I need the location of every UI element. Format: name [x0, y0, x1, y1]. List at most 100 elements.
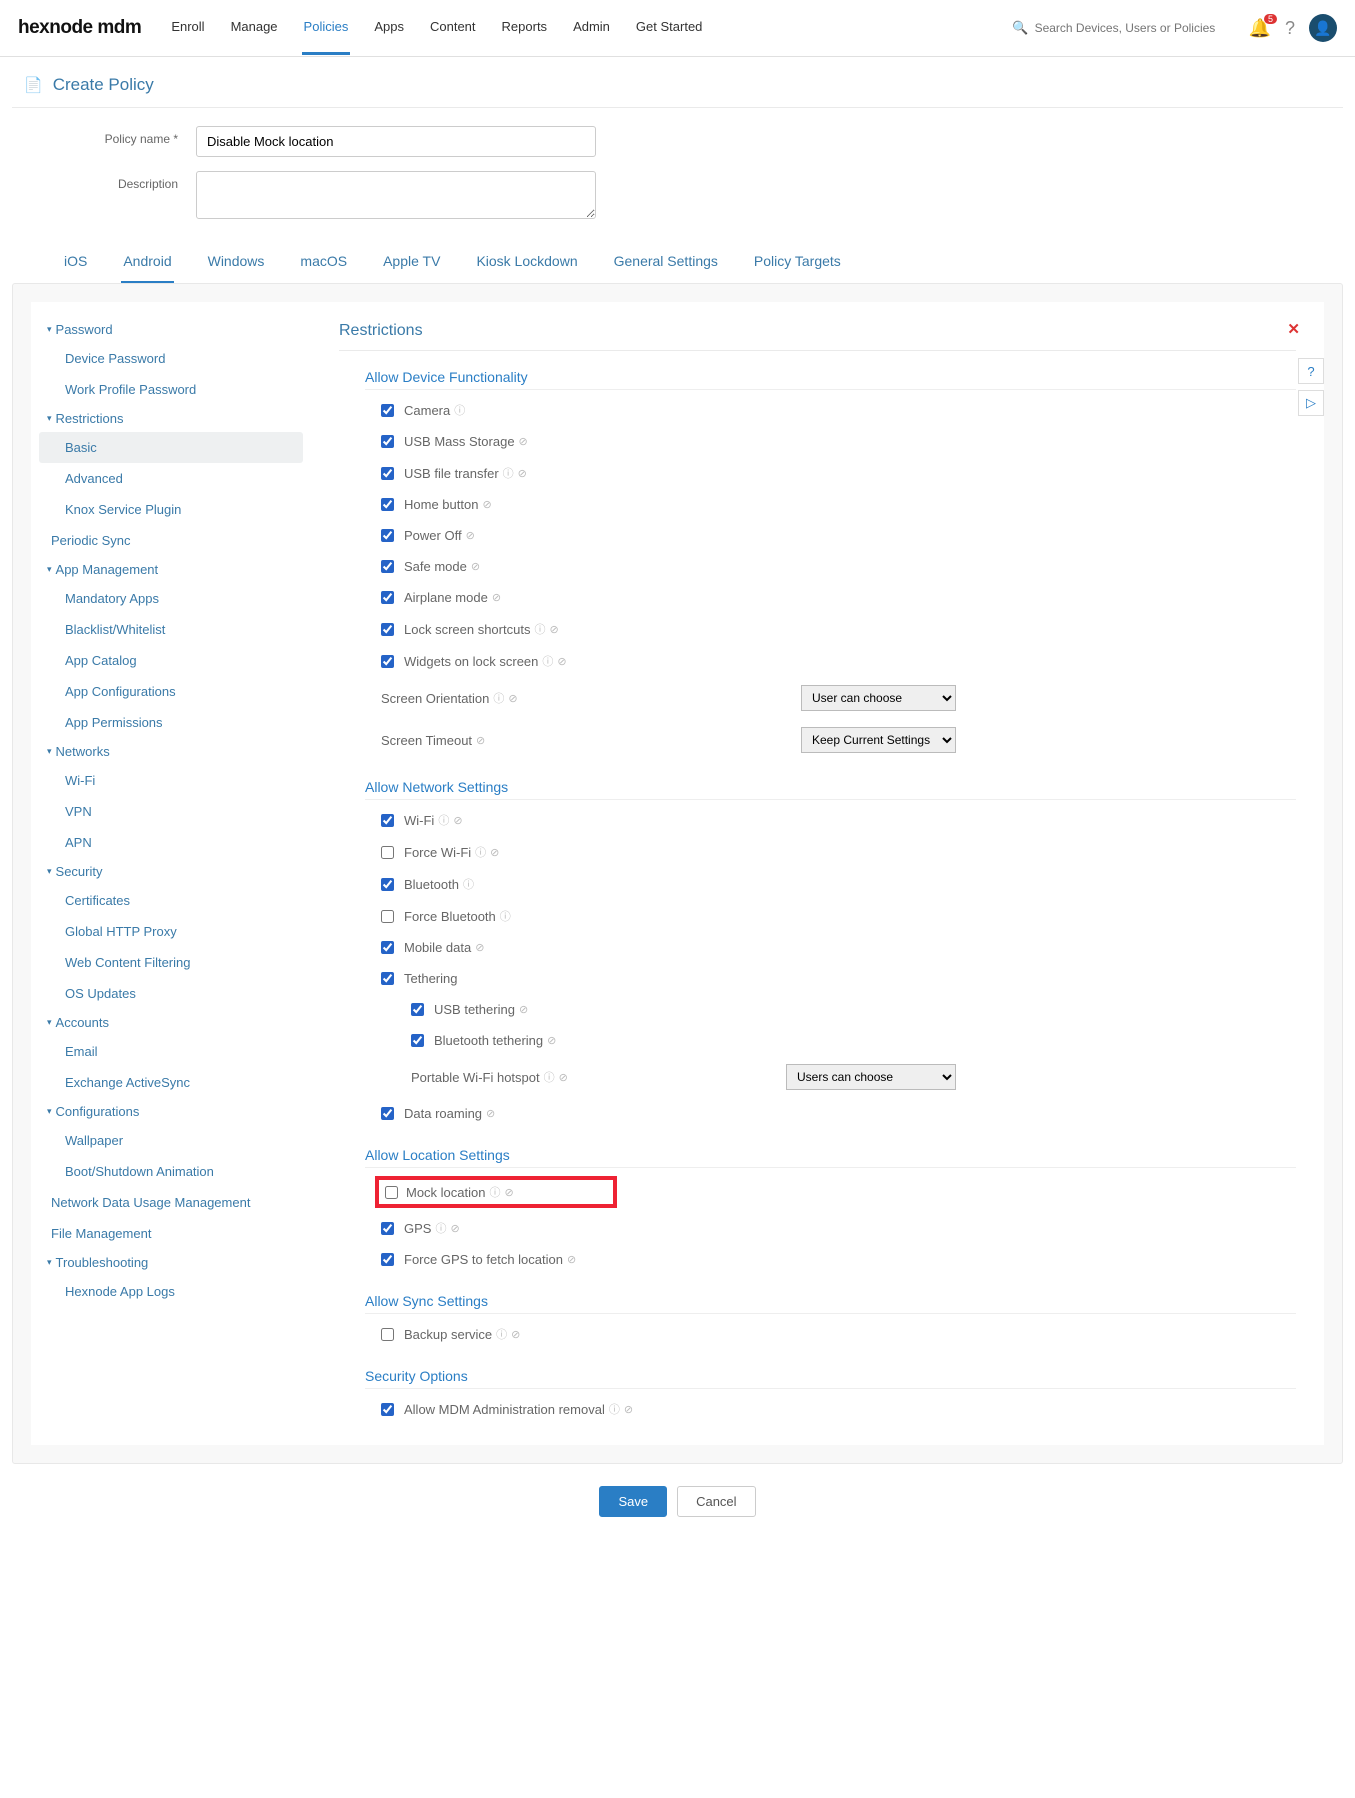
label-power-off: Power Off	[404, 528, 462, 543]
sidebar-item-app-permissions[interactable]: App Permissions	[39, 707, 303, 738]
checkbox-allow-mdm-administration-removal[interactable]	[381, 1403, 394, 1416]
checkbox-mobile-data[interactable]	[381, 941, 394, 954]
tab-apple-tv[interactable]: Apple TV	[381, 243, 442, 283]
sidebar-group-networks[interactable]: ▾Networks	[39, 738, 303, 765]
sidebar-item-apn[interactable]: APN	[39, 827, 303, 858]
sidebar-group-security[interactable]: ▾Security	[39, 858, 303, 885]
checkbox-widgets-on-lock-screen[interactable]	[381, 655, 394, 668]
sidebar-item-basic[interactable]: Basic	[39, 432, 303, 463]
tab-policy-targets[interactable]: Policy Targets	[752, 243, 843, 283]
close-icon[interactable]: ✕	[1287, 320, 1300, 338]
sidebar-item-wallpaper[interactable]: Wallpaper	[39, 1125, 303, 1156]
label-mock-location: Mock location	[406, 1185, 485, 1200]
help-play-icon[interactable]: ▷	[1298, 390, 1324, 416]
sidebar-item-exchange-activesync[interactable]: Exchange ActiveSync	[39, 1067, 303, 1098]
nav-admin[interactable]: Admin	[571, 1, 612, 55]
help-icon[interactable]: ?	[1285, 18, 1295, 39]
checkbox-mock-location[interactable]	[385, 1186, 398, 1199]
checkbox-force-bluetooth[interactable]	[381, 910, 394, 923]
tab-windows[interactable]: Windows	[206, 243, 267, 283]
help-question-icon[interactable]: ?	[1298, 358, 1324, 384]
sidebar-item-device-password[interactable]: Device Password	[39, 343, 303, 374]
avatar[interactable]: 👤	[1309, 14, 1337, 42]
checkbox-lock-screen-shortcuts[interactable]	[381, 623, 394, 636]
sidebar-item-app-catalog[interactable]: App Catalog	[39, 645, 303, 676]
checkbox-force-gps-to-fetch-location[interactable]	[381, 1253, 394, 1266]
select-portable-wi-fi-hotspot[interactable]: Users can choose	[786, 1064, 956, 1090]
sidebar-item-work-profile-password[interactable]: Work Profile Password	[39, 374, 303, 405]
sidebar-item-wi-fi[interactable]: Wi-Fi	[39, 765, 303, 796]
sidebar-item-web-content-filtering[interactable]: Web Content Filtering	[39, 947, 303, 978]
select-screen-timeout[interactable]: Keep Current Settings	[801, 727, 956, 753]
notifications-icon[interactable]: 🔔5	[1249, 18, 1271, 39]
sidebar-group-app-management[interactable]: ▾App Management	[39, 556, 303, 583]
sidebar-group-accounts[interactable]: ▾Accounts	[39, 1009, 303, 1036]
sidebar-item-hexnode-app-logs[interactable]: Hexnode App Logs	[39, 1276, 303, 1307]
tab-kiosk-lockdown[interactable]: Kiosk Lockdown	[474, 243, 579, 283]
sidebar-network-data-usage-management[interactable]: Network Data Usage Management	[39, 1187, 303, 1218]
label-gps: GPS	[404, 1221, 431, 1236]
sidebar-item-advanced[interactable]: Advanced	[39, 463, 303, 494]
sidebar-group-restrictions[interactable]: ▾Restrictions	[39, 405, 303, 432]
option-gps: GPSⓘ⊘	[339, 1212, 1296, 1244]
sidebar-item-global-http-proxy[interactable]: Global HTTP Proxy	[39, 916, 303, 947]
tab-ios[interactable]: iOS	[62, 243, 89, 283]
label-bluetooth-tethering: Bluetooth tethering	[434, 1033, 543, 1048]
nav-manage[interactable]: Manage	[229, 1, 280, 55]
option-usb-file-transfer: USB file transferⓘ⊘	[339, 457, 1296, 489]
nav-reports[interactable]: Reports	[500, 1, 550, 55]
nav-enroll[interactable]: Enroll	[169, 1, 206, 55]
option-backup-service: Backup serviceⓘ⊘	[339, 1318, 1296, 1350]
checkbox-force-wi-fi[interactable]	[381, 846, 394, 859]
checkbox-airplane-mode[interactable]	[381, 591, 394, 604]
sidebar-item-boot-shutdown-animation[interactable]: Boot/Shutdown Animation	[39, 1156, 303, 1187]
checkbox-backup-service[interactable]	[381, 1328, 394, 1341]
cancel-button[interactable]: Cancel	[677, 1486, 755, 1517]
label-backup-service: Backup service	[404, 1327, 492, 1342]
sidebar-item-app-configurations[interactable]: App Configurations	[39, 676, 303, 707]
sidebar-item-mandatory-apps[interactable]: Mandatory Apps	[39, 583, 303, 614]
option-lock-screen-shortcuts: Lock screen shortcutsⓘ⊘	[339, 613, 1296, 645]
sidebar-item-knox-service-plugin[interactable]: Knox Service Plugin	[39, 494, 303, 525]
sidebar-group-configurations[interactable]: ▾Configurations	[39, 1098, 303, 1125]
checkbox-bluetooth[interactable]	[381, 878, 394, 891]
sidebar-item-vpn[interactable]: VPN	[39, 796, 303, 827]
checkbox-gps[interactable]	[381, 1222, 394, 1235]
tab-macos[interactable]: macOS	[298, 243, 349, 283]
sidebar-file-management[interactable]: File Management	[39, 1218, 303, 1249]
save-button[interactable]: Save	[599, 1486, 667, 1517]
nav-get-started[interactable]: Get Started	[634, 1, 704, 55]
checkbox-data-roaming[interactable]	[381, 1107, 394, 1120]
policy-name-input[interactable]	[196, 126, 596, 157]
checkbox-tethering[interactable]	[381, 972, 394, 985]
sidebar-group-troubleshooting[interactable]: ▾Troubleshooting	[39, 1249, 303, 1276]
nav-content[interactable]: Content	[428, 1, 478, 55]
checkbox-usb-mass-storage[interactable]	[381, 435, 394, 448]
sidebar-periodic-sync[interactable]: Periodic Sync	[39, 525, 303, 556]
label-allow-mdm-administration-removal: Allow MDM Administration removal	[404, 1402, 605, 1417]
tab-android[interactable]: Android	[121, 243, 173, 283]
checkbox-home-button[interactable]	[381, 498, 394, 511]
knox-icon: ⊘	[549, 623, 558, 636]
checkbox-usb-file-transfer[interactable]	[381, 467, 394, 480]
sidebar-item-certificates[interactable]: Certificates	[39, 885, 303, 916]
nav-policies[interactable]: Policies	[302, 1, 351, 55]
checkbox-camera[interactable]	[381, 404, 394, 417]
search-input[interactable]	[1035, 21, 1235, 35]
checkbox-usb-tethering[interactable]	[411, 1003, 424, 1016]
tab-general-settings[interactable]: General Settings	[612, 243, 720, 283]
checkbox-wi-fi[interactable]	[381, 814, 394, 827]
sidebar-item-os-updates[interactable]: OS Updates	[39, 978, 303, 1009]
description-textarea[interactable]	[196, 171, 596, 219]
checkbox-power-off[interactable]	[381, 529, 394, 542]
nav-apps[interactable]: Apps	[372, 1, 406, 55]
label-lock-screen-shortcuts: Lock screen shortcuts	[404, 622, 530, 637]
select-screen-orientation[interactable]: User can choose	[801, 685, 956, 711]
checkbox-bluetooth-tethering[interactable]	[411, 1034, 424, 1047]
sidebar-group-password[interactable]: ▾Password	[39, 316, 303, 343]
knox-icon: ⊘	[557, 655, 566, 668]
sidebar-item-blacklist-whitelist[interactable]: Blacklist/Whitelist	[39, 614, 303, 645]
checkbox-safe-mode[interactable]	[381, 560, 394, 573]
info-icon: ⓘ	[475, 844, 486, 860]
sidebar-item-email[interactable]: Email	[39, 1036, 303, 1067]
